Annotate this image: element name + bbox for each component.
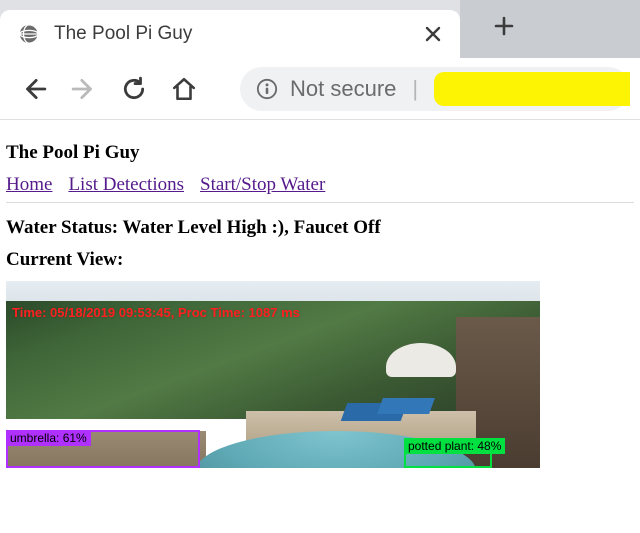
address-separator: | (412, 76, 418, 102)
cam-lounge-chair (377, 398, 435, 414)
tab-title: The Pool Pi Guy (54, 23, 406, 45)
camera-view: Time: 05/18/2019 09:53:45, Proc Time: 10… (6, 281, 540, 468)
current-view-label: Current View: (6, 249, 634, 271)
detection-box-potted-plant: potted plant: 48% (404, 438, 492, 468)
globe-icon (18, 23, 40, 45)
detection-label-potted-plant: potted plant: 48% (404, 438, 505, 454)
new-tab-button[interactable] (484, 6, 524, 46)
close-icon[interactable] (420, 21, 446, 47)
nav-list-detections[interactable]: List Detections (68, 174, 184, 195)
detection-label-umbrella: umbrella: 61% (6, 430, 91, 446)
home-button[interactable] (170, 75, 198, 103)
water-status: Water Status: Water Level High :), Fauce… (6, 217, 634, 239)
nav-start-stop-water[interactable]: Start/Stop Water (200, 174, 325, 195)
info-icon[interactable] (256, 78, 278, 100)
not-secure-label: Not secure (290, 76, 396, 102)
camera-timestamp-overlay: Time: 05/18/2019 09:53:45, Proc Time: 10… (12, 305, 300, 320)
browser-tab[interactable]: The Pool Pi Guy (0, 10, 460, 58)
redacted-url-highlight (434, 72, 630, 106)
back-button[interactable] (20, 75, 48, 103)
nav-home[interactable]: Home (6, 174, 52, 195)
browser-chrome: The Pool Pi Guy Not secure (0, 0, 640, 120)
forward-button[interactable] (70, 75, 98, 103)
reload-button[interactable] (120, 75, 148, 103)
address-bar[interactable]: Not secure | (240, 67, 630, 111)
status-label: Water Status: (6, 217, 122, 238)
page-content: The Pool Pi Guy Home List Detections Sta… (0, 120, 640, 468)
nav-bar: Home List Detections Start/Stop Water (6, 172, 634, 203)
page-title: The Pool Pi Guy (6, 142, 634, 164)
tab-strip-background (460, 0, 640, 58)
tab-strip: The Pool Pi Guy (0, 0, 640, 58)
browser-toolbar: Not secure | (0, 58, 640, 120)
detection-box-umbrella: umbrella: 61% (6, 430, 200, 468)
status-value: Water Level High :), Faucet Off (122, 217, 380, 238)
